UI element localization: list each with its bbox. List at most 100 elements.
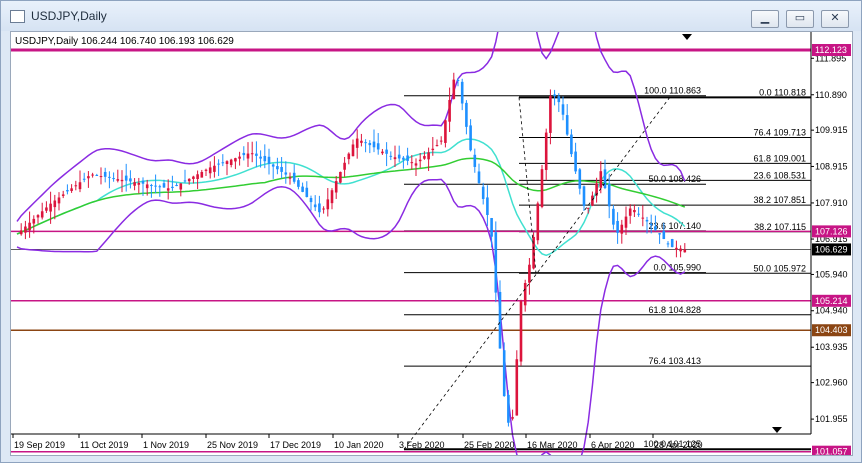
candle-body[interactable] — [381, 151, 384, 154]
candle-body[interactable] — [124, 175, 128, 181]
candle-body[interactable] — [339, 171, 342, 183]
candle-body[interactable] — [24, 226, 27, 233]
candle-body[interactable] — [452, 79, 456, 99]
candle-body[interactable] — [607, 183, 611, 207]
candle-body[interactable] — [662, 231, 666, 240]
candle-body[interactable] — [28, 222, 31, 231]
candle-body[interactable] — [229, 159, 233, 165]
candle-body[interactable] — [507, 394, 510, 423]
candle-body[interactable] — [616, 220, 619, 233]
chart-shift-marker[interactable] — [682, 34, 692, 40]
candle-body[interactable] — [599, 171, 603, 188]
candle-body[interactable] — [654, 226, 657, 230]
candle-body[interactable] — [620, 224, 624, 234]
candle-body[interactable] — [108, 176, 111, 178]
candle-body[interactable] — [292, 172, 296, 182]
candle-body[interactable] — [32, 218, 36, 224]
candle-body[interactable] — [544, 132, 548, 170]
candle-body[interactable] — [486, 197, 489, 215]
candle-body[interactable] — [250, 153, 254, 155]
candle-body[interactable] — [624, 216, 628, 228]
candle-body[interactable] — [423, 156, 426, 159]
candle-body[interactable] — [213, 165, 216, 172]
candle-body[interactable] — [91, 174, 94, 176]
candle-body[interactable] — [519, 301, 523, 362]
candle-body[interactable] — [326, 199, 330, 210]
candle-body[interactable] — [78, 182, 82, 190]
candle-body[interactable] — [120, 179, 124, 182]
candle-body[interactable] — [154, 185, 157, 187]
candle-body[interactable] — [133, 182, 136, 186]
candle-body[interactable] — [368, 143, 372, 146]
candle-body[interactable] — [99, 176, 103, 178]
candle-body[interactable] — [267, 156, 271, 164]
candle-body[interactable] — [385, 149, 388, 154]
candle-body[interactable] — [192, 176, 195, 179]
candle-body[interactable] — [490, 218, 493, 237]
candle-body[interactable] — [591, 195, 594, 206]
candle-body[interactable] — [322, 208, 325, 210]
candle-body[interactable] — [221, 162, 225, 164]
candle-body[interactable] — [444, 120, 447, 143]
candle-body[interactable] — [225, 161, 229, 164]
candle-body[interactable] — [334, 181, 338, 193]
candle-body[interactable] — [40, 211, 44, 218]
candle-body[interactable] — [116, 179, 120, 181]
candle-body[interactable] — [679, 248, 682, 252]
candle-body[interactable] — [637, 213, 640, 215]
candle-body[interactable] — [158, 186, 162, 188]
candle-body[interactable] — [586, 207, 590, 209]
candle-body[interactable] — [360, 140, 363, 143]
candle-body[interactable] — [612, 208, 615, 225]
candle-body[interactable] — [284, 172, 288, 175]
candle-body[interactable] — [549, 95, 552, 133]
candle-body[interactable] — [628, 208, 632, 216]
chart-end-marker[interactable] — [772, 427, 782, 433]
candle-body[interactable] — [141, 180, 145, 184]
candle-body[interactable] — [305, 187, 309, 198]
restore-button[interactable]: ▭ — [786, 10, 814, 28]
candle-body[interactable] — [162, 183, 166, 188]
candle-body[interactable] — [297, 180, 300, 187]
candle-body[interactable] — [570, 134, 573, 155]
candle-body[interactable] — [477, 171, 481, 183]
chart-canvas[interactable]: 100.0 110.863 0.0 110.818 76.4 109.713 61.8… — [11, 32, 852, 455]
candle-body[interactable] — [427, 152, 430, 160]
candle-body[interactable] — [666, 243, 670, 245]
candle-body[interactable] — [389, 155, 393, 157]
candle-body[interactable] — [456, 79, 460, 81]
candle-body[interactable] — [137, 182, 141, 185]
candle-body[interactable] — [641, 217, 645, 219]
candle-body[interactable] — [364, 142, 367, 144]
candle-body[interactable] — [469, 125, 472, 151]
candle-body[interactable] — [74, 185, 78, 187]
candle-body[interactable] — [87, 176, 90, 179]
candle-body[interactable] — [481, 186, 485, 199]
candle-body[interactable] — [561, 104, 565, 115]
minimize-button[interactable]: ▁ — [751, 10, 779, 28]
candle-body[interactable] — [502, 350, 506, 397]
candle-body[interactable] — [288, 177, 292, 179]
candle-body[interactable] — [473, 154, 477, 167]
candle-body[interactable] — [49, 203, 52, 212]
candle-body[interactable] — [372, 141, 376, 148]
candle-body[interactable] — [582, 186, 586, 206]
candle-body[interactable] — [103, 171, 107, 177]
candle-body[interactable] — [246, 153, 250, 159]
candle-body[interactable] — [528, 264, 531, 283]
candle-body[interactable] — [179, 183, 183, 190]
candle-body[interactable] — [53, 200, 57, 208]
candle-body[interactable] — [406, 155, 409, 161]
candle-body[interactable] — [57, 197, 61, 204]
candle-body[interactable] — [465, 102, 468, 127]
candle-body[interactable] — [145, 184, 149, 189]
candle-body[interactable] — [263, 155, 267, 162]
candle-body[interactable] — [318, 203, 321, 213]
candle-body[interactable] — [166, 188, 170, 191]
candle-body[interactable] — [351, 144, 355, 157]
candle-body[interactable] — [553, 94, 556, 96]
candle-body[interactable] — [376, 143, 380, 150]
candle-body[interactable] — [393, 157, 397, 160]
candle-body[interactable] — [460, 81, 464, 104]
candle-body[interactable] — [129, 178, 132, 182]
